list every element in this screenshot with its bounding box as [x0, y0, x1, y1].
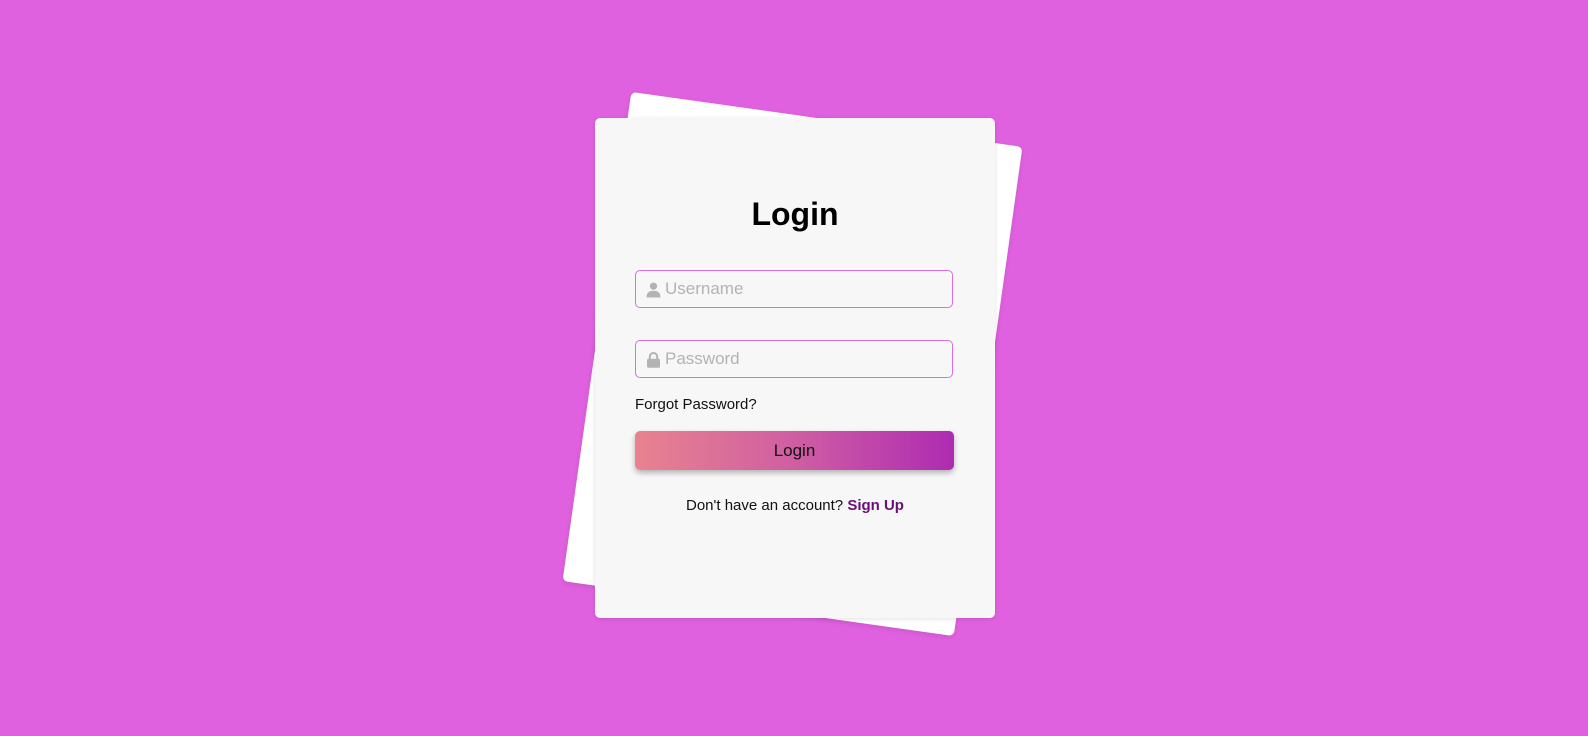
login-card: Login Forgot Password? Login Don't have … [595, 118, 995, 618]
username-field[interactable] [635, 270, 953, 308]
signup-prompt: Don't have an account? Sign Up [595, 497, 995, 514]
login-button[interactable]: Login [635, 431, 954, 470]
password-input[interactable] [665, 341, 945, 377]
page-title: Login [751, 196, 839, 232]
signup-link[interactable]: Sign Up [847, 497, 904, 514]
forgot-password-link[interactable]: Forgot Password? [635, 396, 757, 413]
username-input[interactable] [665, 271, 945, 307]
lock-icon [647, 352, 660, 368]
user-icon [646, 282, 661, 298]
password-field[interactable] [635, 340, 953, 378]
signup-prompt-text: Don't have an account? [686, 497, 848, 514]
